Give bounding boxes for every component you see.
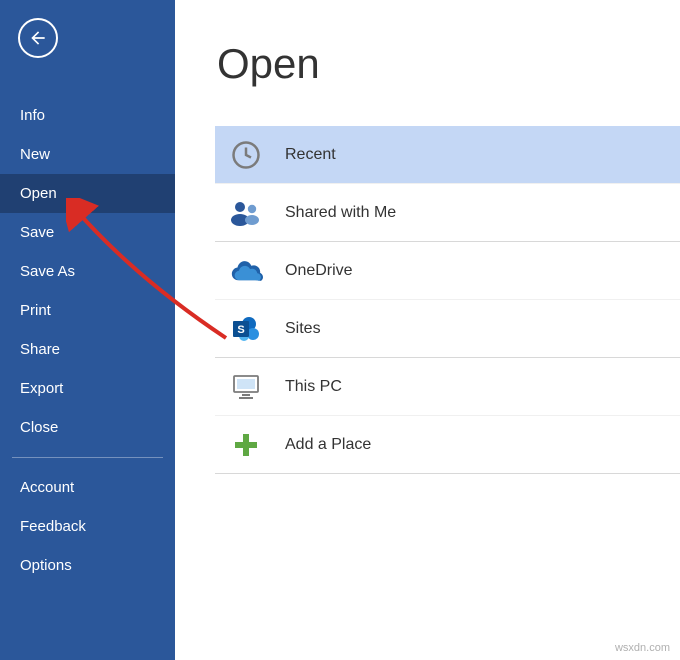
nav-account[interactable]: Account [0,468,175,507]
nav-label: Options [20,557,72,574]
nav-label: Account [20,479,74,496]
nav-export[interactable]: Export [0,369,175,408]
nav-save[interactable]: Save [0,213,175,252]
cloud-icon [227,260,265,282]
location-list: Recent Shared with Me OneDrive [215,126,680,474]
location-add-place[interactable]: Add a Place [215,416,680,474]
nav-options[interactable]: Options [0,546,175,585]
location-label: OneDrive [285,262,353,280]
nav-share[interactable]: Share [0,330,175,369]
nav-label: Print [20,302,51,319]
nav-label: Share [20,341,60,358]
svg-text:S: S [237,324,244,336]
nav-new[interactable]: New [0,135,175,174]
nav-print[interactable]: Print [0,291,175,330]
arrow-left-icon [28,28,48,48]
nav-label: Save As [20,263,75,280]
location-label: Sites [285,320,321,338]
nav-divider [12,457,163,458]
nav-close[interactable]: Close [0,408,175,447]
nav-save-as[interactable]: Save As [0,252,175,291]
nav-label: Open [20,185,57,202]
backstage-sidebar: Info New Open Save Save As Print Share E… [0,0,175,660]
pc-icon [227,373,265,401]
nav-label: Export [20,380,63,397]
nav-label: New [20,146,50,163]
watermark: wsxdn.com [615,642,670,654]
nav-label: Close [20,419,58,436]
open-panel: Open Recent Shared with Me [175,0,680,660]
sharepoint-icon: S [227,314,265,344]
location-shared[interactable]: Shared with Me [215,184,680,242]
plus-icon [227,432,265,458]
location-recent[interactable]: Recent [215,126,680,184]
nav-open[interactable]: Open [0,174,175,213]
location-label: Add a Place [285,436,371,454]
location-label: This PC [285,378,342,396]
page-title: Open [217,40,680,88]
location-onedrive[interactable]: OneDrive [215,242,680,300]
nav-info[interactable]: Info [0,96,175,135]
location-this-pc[interactable]: This PC [215,358,680,416]
location-label: Recent [285,146,336,164]
nav-label: Feedback [20,518,86,535]
nav-label: Info [20,107,45,124]
clock-icon [227,140,265,170]
location-label: Shared with Me [285,204,396,222]
nav-feedback[interactable]: Feedback [0,507,175,546]
nav-label: Save [20,224,54,241]
location-sites[interactable]: S Sites [215,300,680,358]
back-button[interactable] [18,18,58,58]
people-icon [227,200,265,226]
